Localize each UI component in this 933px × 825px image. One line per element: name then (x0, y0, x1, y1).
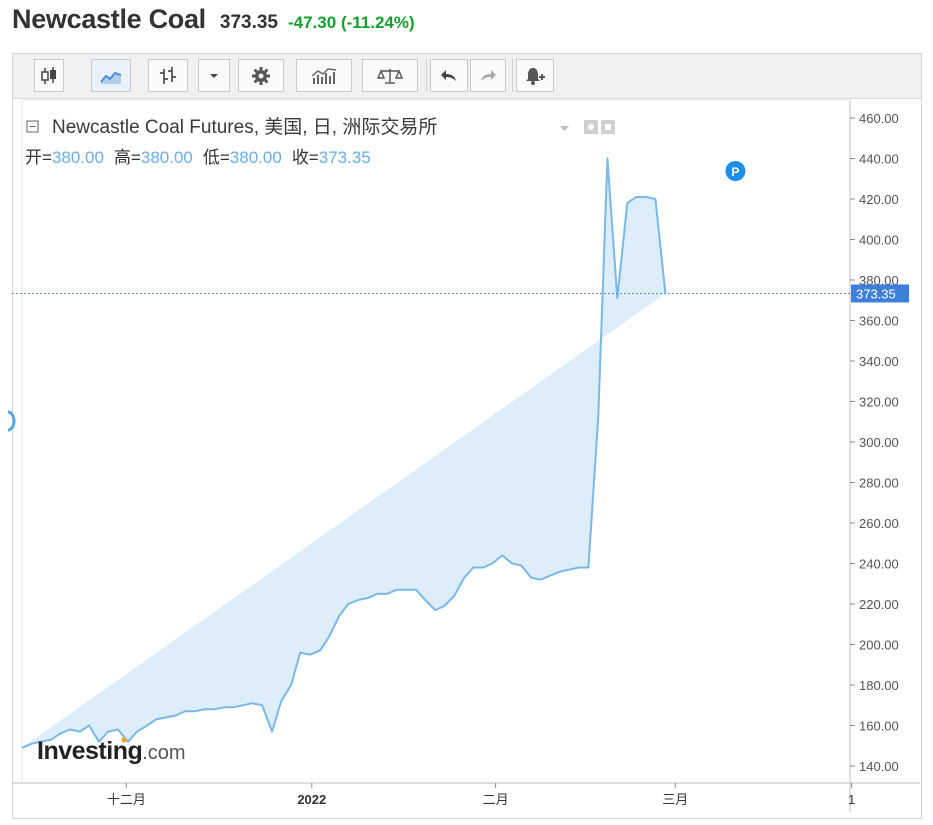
price-chart[interactable]: 140.00 160.00 180.00 200.00 220.00 240.00 260.… (0, 0, 933, 825)
y-tick-label: 220.00 (859, 597, 899, 612)
y-tick-label: 420.00 (859, 192, 899, 207)
x-tick-label: 1 (848, 792, 855, 807)
x-tick-label: 十二月 (107, 792, 146, 807)
legend-low-label: 低= (203, 148, 230, 167)
y-tick-label: 440.00 (859, 152, 899, 167)
y-tick-label: 320.00 (859, 395, 899, 410)
y-tick-label: 140.00 (859, 759, 899, 774)
legend-dropdown-icon[interactable] (560, 126, 569, 131)
x-tick-label: 二月 (483, 792, 509, 807)
current-price-label: 373.35 (856, 286, 896, 301)
y-tick-label: 300.00 (859, 435, 899, 450)
x-tick-label: 三月 (662, 792, 688, 807)
event-marker-label: P (731, 165, 739, 179)
y-tick-label: 180.00 (859, 678, 899, 693)
y-tick-label: 360.00 (859, 314, 899, 329)
legend-close-value: 373.35 (319, 148, 371, 167)
y-tick-label: 340.00 (859, 354, 899, 369)
legend-low-value: 380.00 (230, 148, 282, 167)
scroll-handle[interactable] (7, 410, 16, 432)
legend-high-value: 380.00 (141, 148, 193, 167)
y-tick-label: 200.00 (859, 638, 899, 653)
legend-open-label: 开= (25, 148, 52, 167)
investing-logo: Investing (37, 737, 142, 765)
y-tick-label: 280.00 (859, 476, 899, 491)
y-tick-label: 400.00 (859, 233, 899, 248)
y-tick-label: 260.00 (859, 516, 899, 531)
logo-dot (121, 737, 127, 743)
x-tick-label: 2022 (297, 792, 326, 807)
legend-open-value: 380.00 (52, 148, 104, 167)
y-tick-label: 240.00 (859, 557, 899, 572)
y-tick-label: 460.00 (859, 111, 899, 126)
legend-series-name: Newcastle Coal Futures, 美国, 日, 洲际交易所 (52, 116, 437, 138)
legend-high-label: 高= (114, 148, 141, 167)
investing-logo-suffix: .com (142, 742, 185, 764)
settings-toggle-dot (605, 124, 611, 130)
price-area (22, 158, 666, 748)
visibility-toggle-dot (588, 124, 594, 130)
y-tick-label: 160.00 (859, 719, 899, 734)
legend-close-label: 收= (292, 148, 319, 167)
